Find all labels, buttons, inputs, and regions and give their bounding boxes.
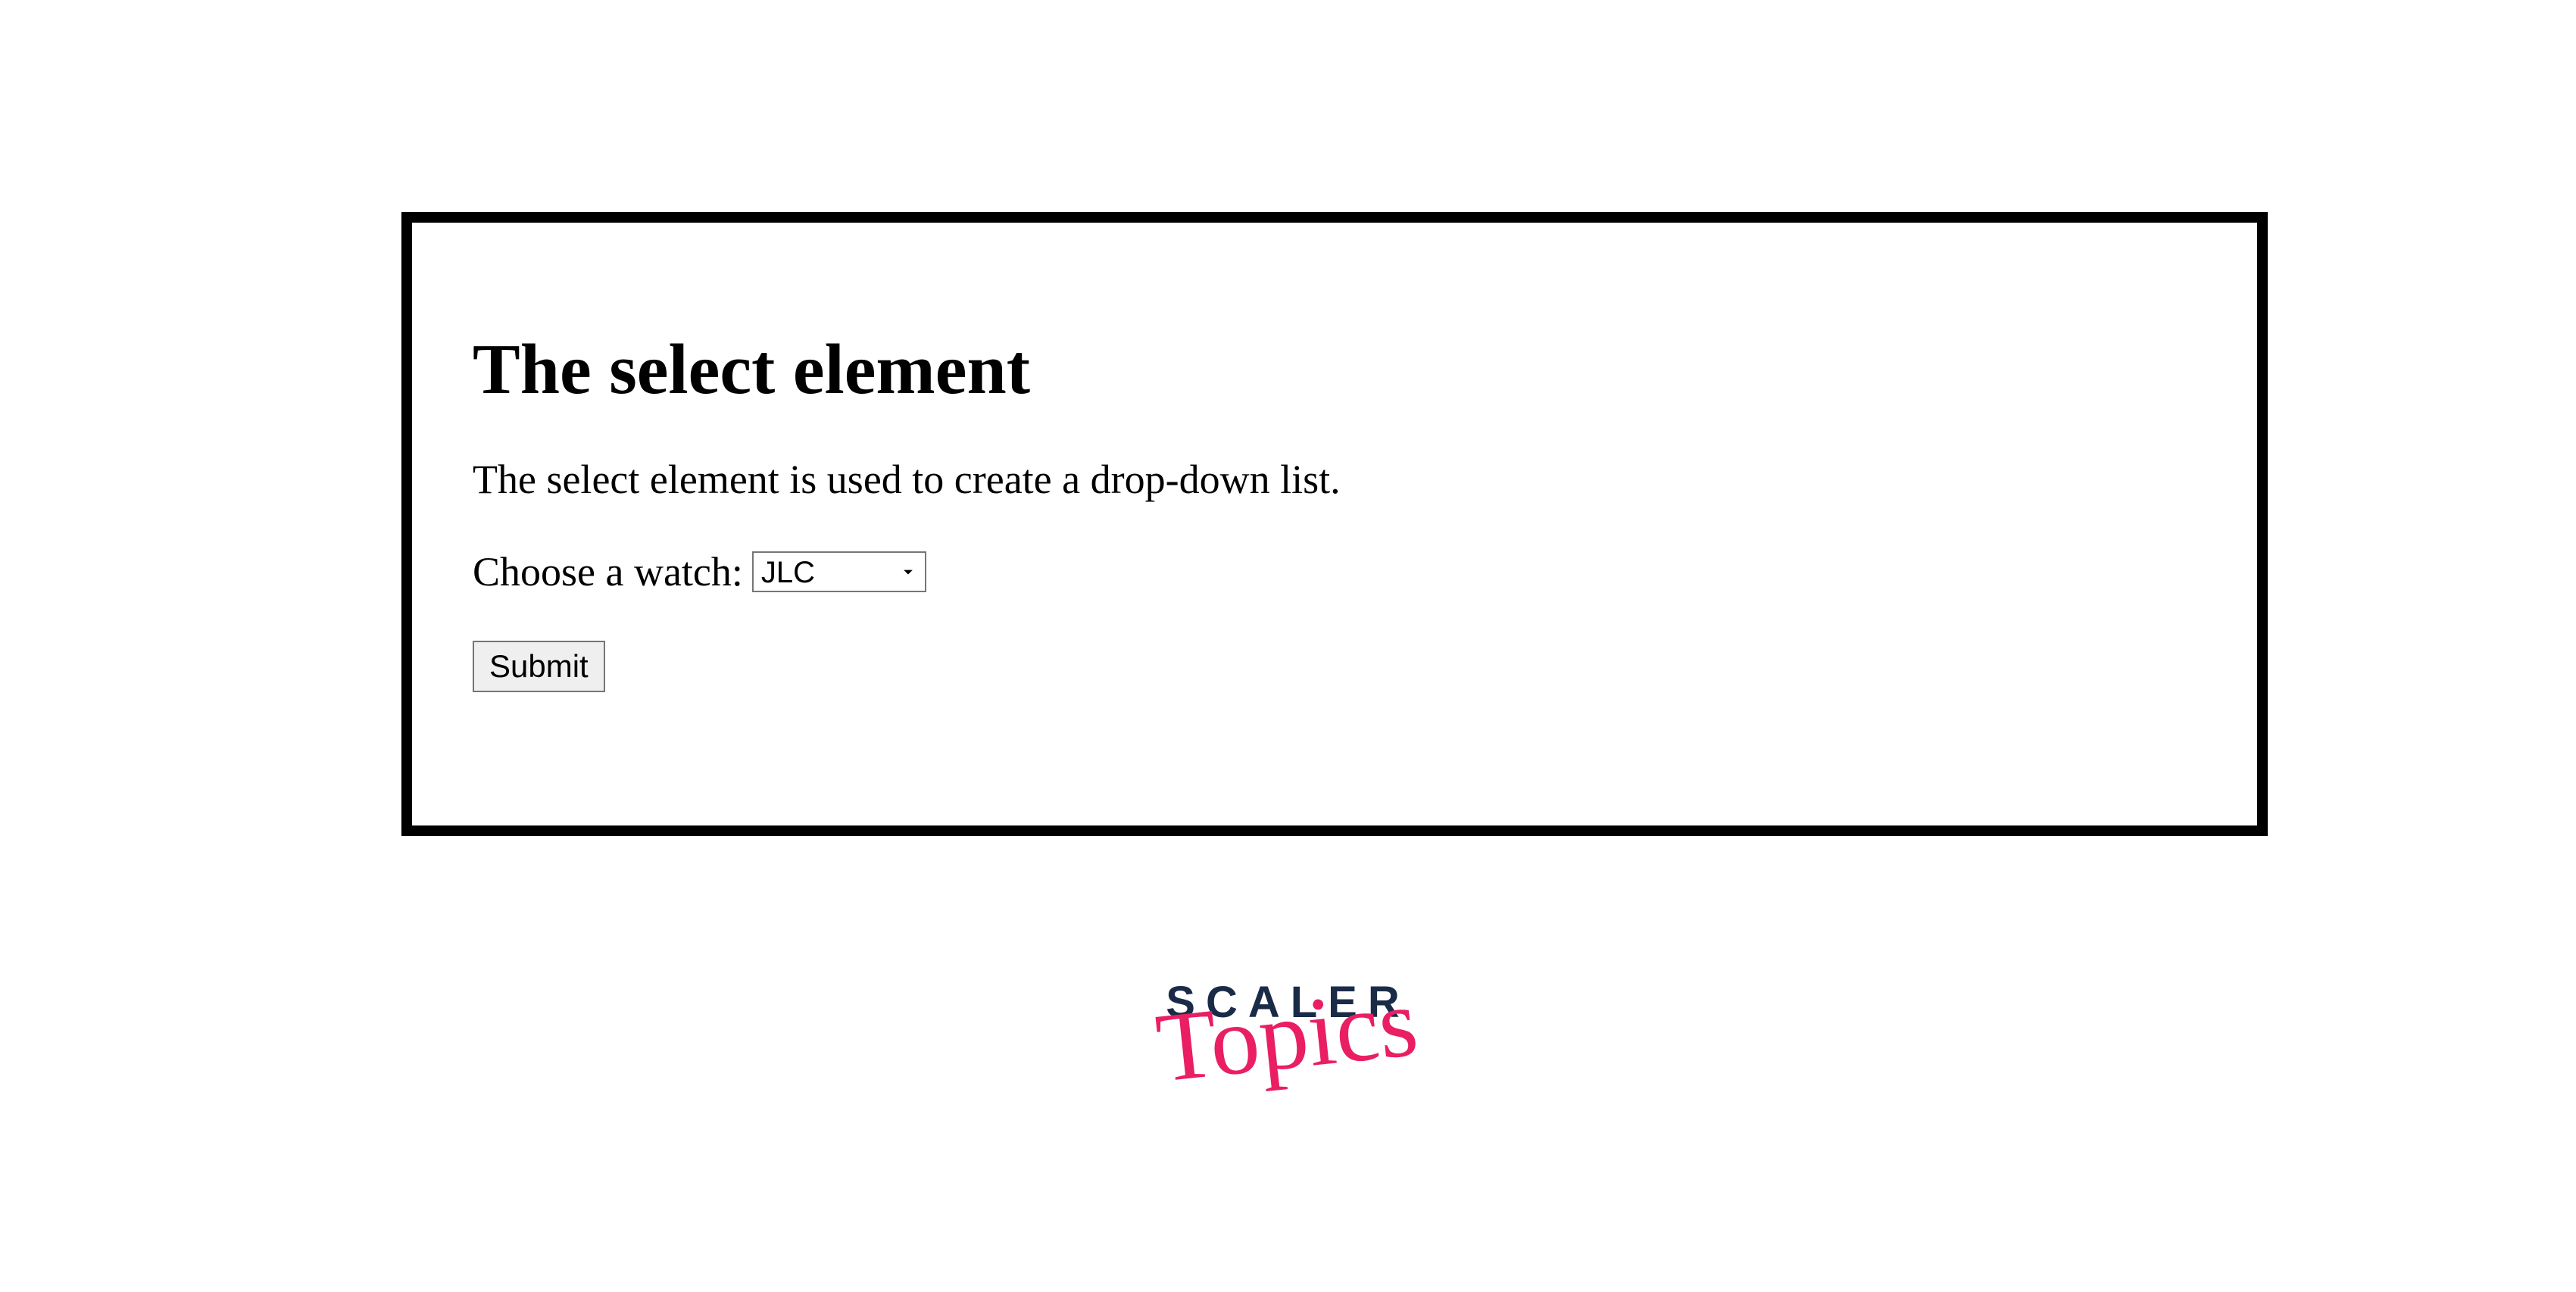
submit-button[interactable]: Submit <box>473 641 605 692</box>
form-row: Choose a watch: JLC <box>473 548 2197 595</box>
page-title: The select element <box>473 329 2197 410</box>
scaler-topics-logo: SCALER Topics <box>1157 977 1419 1094</box>
logo-topics-text: Topics <box>1152 978 1421 1093</box>
watch-label: Choose a watch: <box>473 548 743 595</box>
demo-box: The select element The select element is… <box>401 212 2268 836</box>
description-text: The select element is used to create a d… <box>473 456 2197 503</box>
watch-select[interactable]: JLC <box>752 551 926 592</box>
